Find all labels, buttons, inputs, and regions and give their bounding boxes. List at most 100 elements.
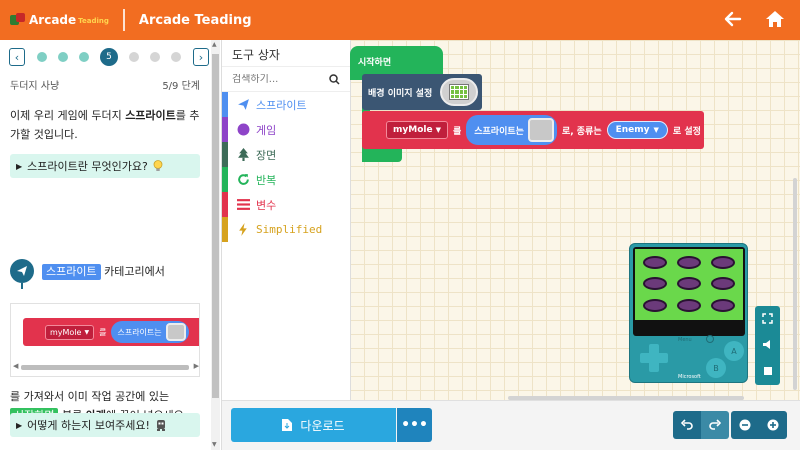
mole-hole — [677, 256, 701, 269]
tutorial-scroll-thumb[interactable] — [212, 54, 219, 398]
redo-icon — [709, 419, 721, 430]
lightning-icon — [236, 223, 250, 237]
chevron-right-icon: › — [198, 50, 204, 64]
header-divider — [122, 9, 125, 31]
step-navigation: ‹ 5 › — [9, 46, 209, 68]
game-field — [635, 249, 743, 320]
page-title: Arcade Teading — [138, 12, 252, 28]
home-icon — [766, 11, 784, 27]
next-step-button[interactable]: › — [193, 48, 209, 66]
variable-label: myMole — [393, 125, 433, 135]
category-scene[interactable]: 장면 — [222, 142, 350, 167]
sprite-image-slot[interactable] — [527, 118, 554, 142]
a-button[interactable]: A — [724, 341, 744, 361]
set-suffix-label: 로 설정 — [672, 126, 701, 137]
expand-icon — [762, 313, 773, 324]
kind-dropdown[interactable]: Enemy ▼ — [606, 121, 668, 139]
menu-icon[interactable] — [706, 335, 714, 343]
step-dot[interactable] — [150, 52, 160, 62]
mole-hole — [711, 256, 735, 269]
hint-what-is-sprite[interactable]: ▶ 스프라이트란 무엇인가요? — [10, 154, 200, 178]
previous-step-button[interactable]: ‹ — [9, 48, 25, 66]
mole-hole — [643, 299, 667, 312]
list-icon — [236, 198, 250, 212]
intro-bold: 스프라이트 — [125, 109, 176, 122]
chevron-left-icon: ‹ — [14, 50, 20, 64]
category-label: 장면 — [256, 148, 277, 162]
menu-button[interactable]: Menu — [678, 337, 692, 343]
variable-dropdown[interactable]: myMole ▼ — [386, 121, 448, 139]
tutorial-scrollbar[interactable]: ▲ ▼ — [211, 40, 220, 450]
fullscreen-button[interactable] — [755, 306, 780, 331]
circle-icon — [236, 123, 250, 137]
toolbox-search-input[interactable] — [232, 73, 324, 85]
current-step-dot[interactable]: 5 — [100, 48, 118, 66]
set-sprite-block[interactable]: myMole ▼ 를 스프라이트는 로, 종류는 Enemy ▼ 로 설정 — [362, 111, 704, 149]
mute-button[interactable] — [755, 332, 780, 357]
hint-show-me[interactable]: ▶ 어떻게 하는지 보여주세요! — [10, 413, 200, 437]
on-start-block-foot — [362, 147, 402, 162]
tutorial-name: 두더지 사냥 — [10, 81, 60, 92]
undo-button[interactable] — [673, 411, 701, 439]
sprite-reporter[interactable]: 스프라이트는 — [466, 115, 557, 145]
bg-block-label: 배경 이미지 설정 — [368, 88, 433, 99]
block-preview: myMole ▼ 를 스프라이트는 ◀ ▶ — [10, 303, 200, 377]
arrow-left-icon — [724, 11, 742, 27]
category-sprites[interactable]: 스프라이트 — [222, 92, 350, 117]
preview-to-label: 를 — [99, 327, 107, 337]
step-dot[interactable] — [58, 52, 68, 62]
logo[interactable]: Arcade Teading — [10, 13, 109, 27]
category-label: 게임 — [256, 123, 277, 137]
set-background-image-block[interactable]: 배경 이미지 설정 — [362, 74, 482, 110]
download-button[interactable]: 다운로드 — [231, 408, 396, 442]
step-dot[interactable] — [79, 52, 89, 62]
triangle-right-icon: ▶ — [16, 161, 23, 171]
scroll-down-icon: ▼ — [212, 441, 217, 448]
logo-subtext: Teading — [78, 17, 109, 25]
scroll-left-icon: ◀ — [13, 362, 19, 370]
step-dot[interactable] — [129, 52, 139, 62]
stop-button[interactable] — [755, 358, 780, 383]
category-label: Simplified — [256, 223, 323, 236]
step-dot[interactable] — [171, 52, 181, 62]
background-image-slot[interactable] — [440, 78, 479, 106]
game-simulator[interactable]: Menu A B Microsoft — [629, 243, 748, 383]
zoom-in-button[interactable] — [759, 411, 787, 439]
undo-icon — [681, 419, 693, 430]
mole-hole — [643, 256, 667, 269]
more-options-button[interactable]: ••• — [397, 408, 432, 442]
preview-scrollbar[interactable]: ◀ ▶ — [13, 362, 199, 372]
redo-button[interactable] — [701, 411, 729, 439]
simulator-screen[interactable] — [633, 247, 745, 336]
category-game[interactable]: 게임 — [222, 117, 350, 142]
app-header: Arcade Teading Arcade Teading — [0, 0, 800, 40]
minus-icon — [739, 419, 751, 431]
tutorial-intro: 이제 우리 게임에 두더지 스프라이트를 추가할 것입니다. — [10, 106, 205, 144]
sprite-category-step: 스프라이트 카테고리에서 — [10, 256, 210, 289]
category-label: 스프라이트 — [256, 98, 307, 112]
back-button[interactable] — [722, 8, 744, 30]
preview-var-label: myMole — [50, 327, 82, 337]
mole-hole — [677, 299, 701, 312]
category-text: 카테고리에서 — [104, 264, 165, 278]
paper-plane-icon — [236, 98, 250, 112]
on-start-label: 시작하면 — [358, 58, 392, 68]
category-loops[interactable]: 반복 — [222, 167, 350, 192]
workspace-vertical-scrollbar[interactable] — [793, 178, 797, 390]
step-dot[interactable] — [37, 52, 47, 62]
zoom-out-button[interactable] — [731, 411, 759, 439]
kind-label: 로, 종류는 — [561, 126, 602, 137]
dpad[interactable] — [640, 344, 668, 372]
scroll-right-icon: ▶ — [193, 362, 199, 370]
category-simplified[interactable]: Simplified — [222, 217, 350, 242]
mole-hole — [711, 277, 735, 290]
category-variables[interactable]: 변수 — [222, 192, 350, 217]
search-icon[interactable] — [329, 73, 340, 85]
speaker-icon — [763, 340, 770, 349]
home-button[interactable] — [764, 8, 786, 30]
lightbulb-icon — [153, 160, 163, 171]
caret-down-icon: ▼ — [435, 126, 441, 134]
to-label: 를 — [452, 126, 462, 137]
scroll-up-icon: ▲ — [212, 41, 217, 48]
b-button[interactable]: B — [706, 358, 726, 378]
